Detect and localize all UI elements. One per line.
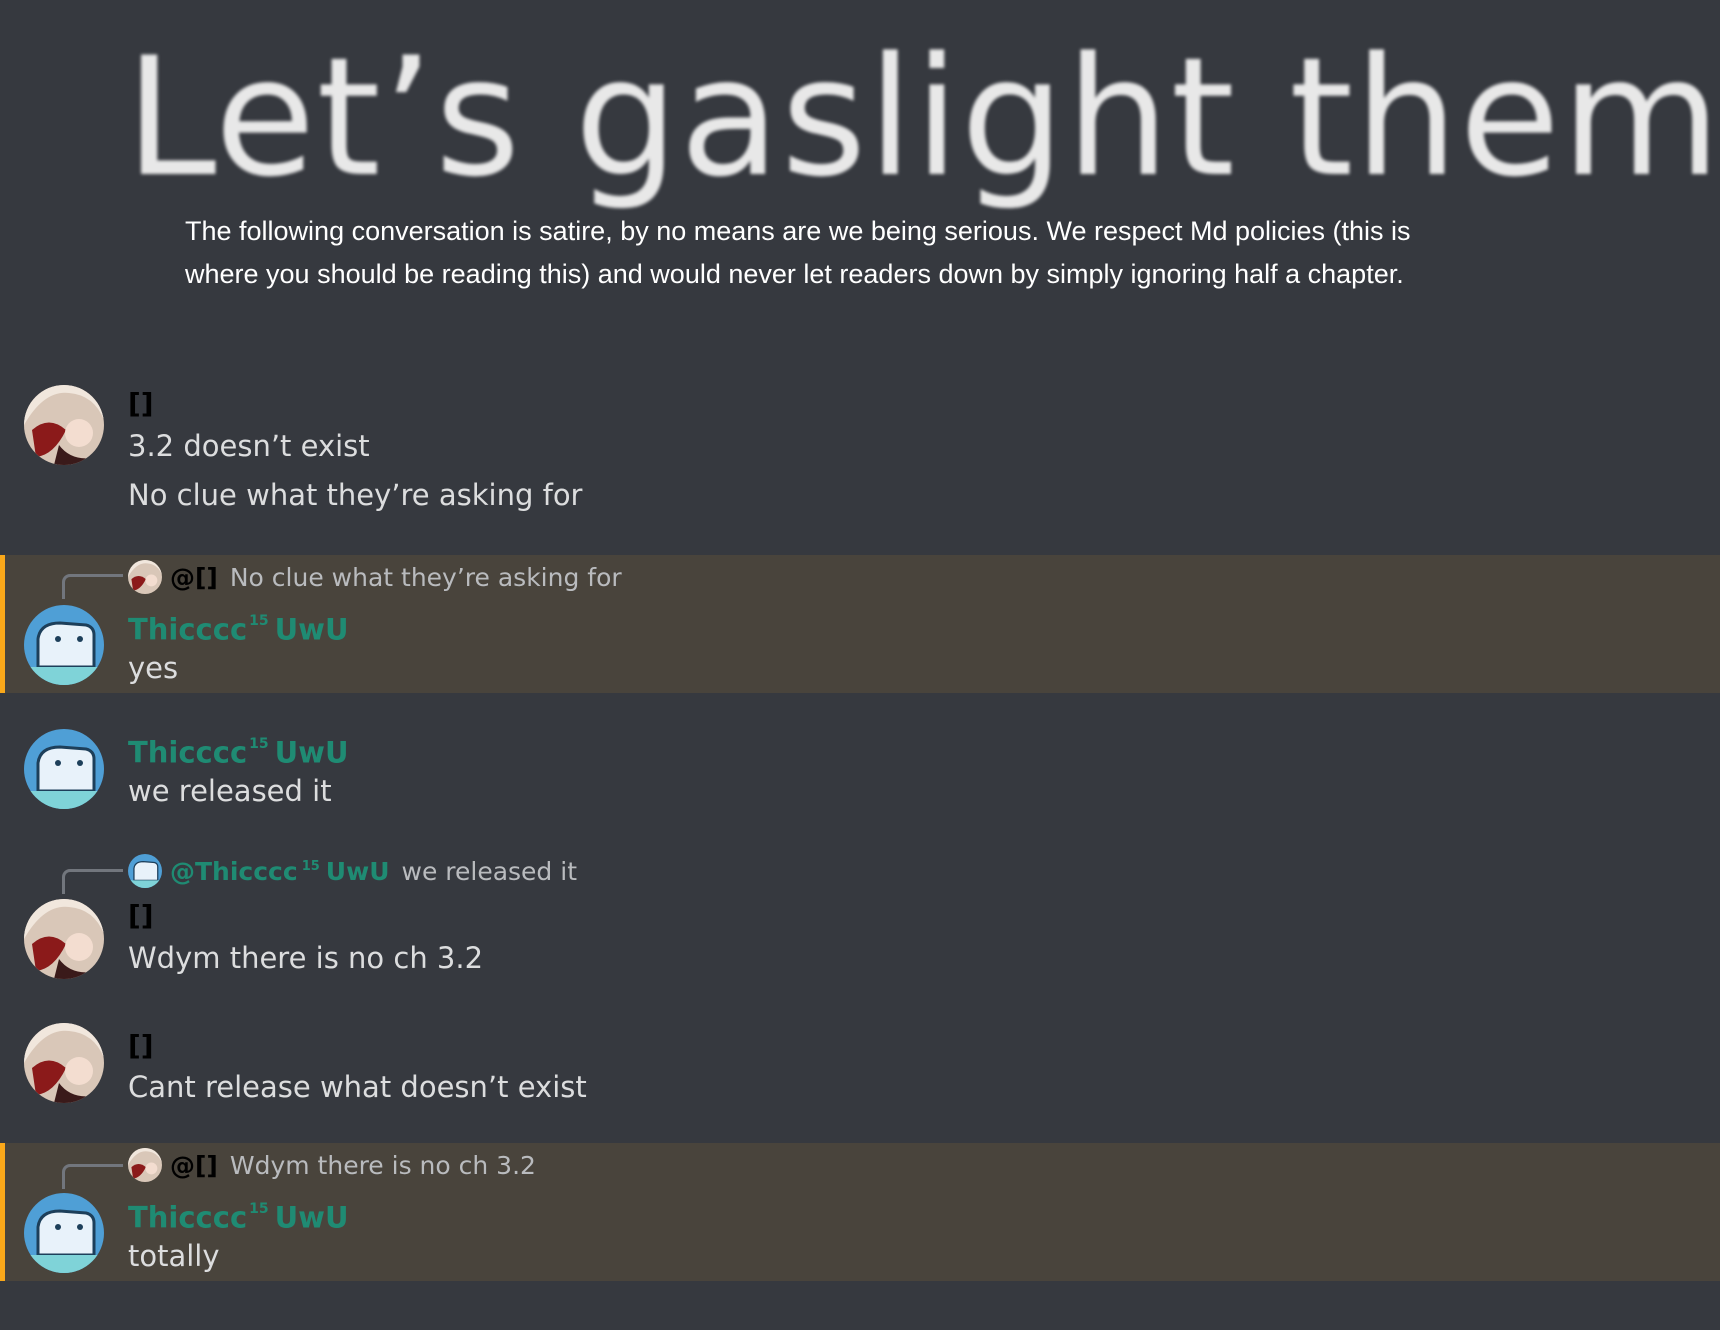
reply-username[interactable]: @[]	[170, 563, 218, 592]
message-text: Wdym there is no ch 3.2	[128, 941, 484, 975]
username[interactable]: []	[128, 1028, 154, 1064]
username[interactable]: Thicccc 15 UwU	[128, 730, 349, 771]
level-badge: 15	[249, 613, 269, 629]
anime-girl-avatar-icon[interactable]	[24, 899, 104, 979]
reply-username[interactable]: @Thicccc 15 UwU	[170, 857, 390, 886]
username[interactable]: []	[128, 898, 154, 934]
reply-preview[interactable]: @[] Wdym there is no ch 3.2	[128, 1147, 536, 1183]
reply-spine	[62, 574, 123, 599]
reply-username[interactable]: @[]	[170, 1151, 218, 1180]
anime-girl-avatar-icon	[128, 560, 162, 594]
message-text: Cant release what doesn’t exist	[128, 1070, 587, 1104]
username[interactable]: []	[128, 386, 154, 422]
message-text: No clue what they’re asking for	[128, 478, 583, 512]
reply-preview[interactable]: @[] No clue what they’re asking for	[128, 559, 622, 595]
anime-girl-avatar-icon[interactable]	[24, 1023, 104, 1103]
blue-creature-avatar-icon[interactable]	[24, 605, 104, 685]
blue-creature-avatar-icon	[128, 854, 162, 888]
message-group: Thicccc 15 UwU we released it	[0, 725, 1720, 825]
message-text: totally	[128, 1239, 220, 1273]
level-badge: 15	[249, 1201, 269, 1217]
reply-spine	[62, 869, 123, 894]
message-group: @[] Wdym there is no ch 3.2 Thicccc 15 UwU…	[0, 1143, 1720, 1281]
message-group: @Thicccc 15 UwU we released it [] Wdym the…	[0, 851, 1720, 981]
blue-creature-avatar-icon[interactable]	[24, 729, 104, 809]
message-text: yes	[128, 651, 179, 685]
reply-text: Wdym there is no ch 3.2	[229, 1150, 536, 1180]
message-group: @[] No clue what they’re asking for Thic…	[0, 555, 1720, 693]
reply-text: No clue what they’re asking for	[229, 562, 622, 592]
username[interactable]: Thicccc 15 UwU	[128, 1195, 349, 1236]
anime-girl-avatar-icon[interactable]	[24, 385, 104, 465]
message-text: we released it	[128, 774, 332, 808]
disclaimer-text: The following conversation is satire, by…	[185, 216, 1411, 289]
page-title: Let’s gaslight them:	[125, 22, 1720, 213]
level-badge: 15	[301, 859, 320, 875]
reply-spine	[62, 1164, 123, 1189]
blue-creature-avatar-icon[interactable]	[24, 1193, 104, 1273]
reply-text: we released it	[401, 856, 578, 886]
reply-preview[interactable]: @Thicccc 15 UwU we released it	[128, 853, 577, 889]
message-group: [] 3.2 doesn’t exist No clue what they’r…	[0, 370, 1720, 515]
username[interactable]: Thicccc 15 UwU	[128, 607, 349, 648]
message-text: 3.2 doesn’t exist	[128, 429, 370, 463]
message-group: [] Cant release what doesn’t exist	[0, 1020, 1720, 1120]
anime-girl-avatar-icon	[128, 1148, 162, 1182]
level-badge: 15	[249, 736, 269, 752]
